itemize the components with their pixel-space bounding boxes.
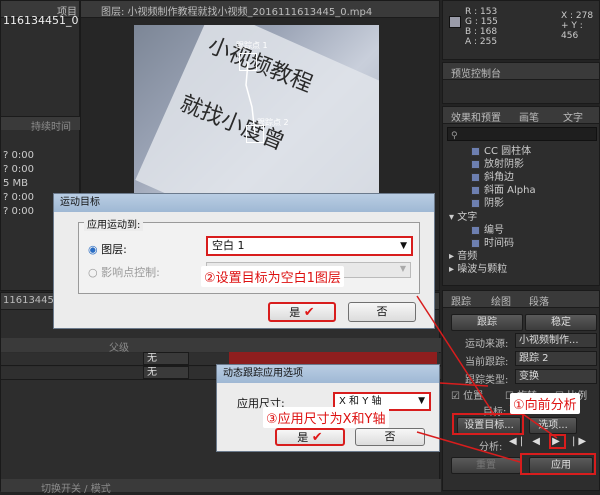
analyze-forward-one-frame-icon[interactable]: |▶ xyxy=(572,436,589,447)
info-a: A : 255 xyxy=(465,37,498,47)
effects-search-input[interactable]: ⚲ xyxy=(447,127,597,141)
tab-tracker[interactable]: 跟踪 xyxy=(451,293,471,308)
motion-source-select[interactable]: 小视频制作... xyxy=(515,333,597,348)
tab-effects[interactable]: 效果和预置 xyxy=(451,109,501,124)
tab-paragraph[interactable]: 段落 xyxy=(529,293,549,308)
toggle-modes-label[interactable]: 切换开关 / 模式 xyxy=(41,480,111,495)
project-row[interactable]: ? 0:00 xyxy=(3,191,34,205)
project-row[interactable]: 5 MB xyxy=(3,177,34,191)
current-track-select[interactable]: 跟踪 2 xyxy=(515,351,597,366)
motion-target-dialog: 运动目标 应用运动到: ◉ 图层: 空白 1 ▼ ○ 影响点控制: ▼ 是 ✔ … xyxy=(53,193,435,329)
annotation-step-1: ①向前分析 xyxy=(510,393,580,414)
layer-radio[interactable]: ◉ 图层: xyxy=(88,241,127,257)
effect-group-text[interactable]: ▾ 文字 xyxy=(449,211,514,224)
motion-source-label: 运动来源: xyxy=(465,339,509,350)
parent-select-2[interactable]: 无 xyxy=(143,366,189,379)
apply-options-dialog-title: 动态跟踪应用选项 xyxy=(217,365,439,383)
checkmark-icon: ✔ xyxy=(311,430,323,445)
tab-text[interactable]: 文字 xyxy=(563,109,583,124)
info-y: + Y : 456 xyxy=(561,21,583,41)
motion-target-ok-button[interactable]: 是 ✔ xyxy=(268,302,336,322)
effect-item[interactable]: 斜角边 xyxy=(471,171,536,184)
color-swatch xyxy=(449,16,461,28)
tab-brushes[interactable]: 画笔 xyxy=(519,109,539,124)
track-type-select[interactable]: 变换 xyxy=(515,369,597,384)
parent-select-1[interactable]: 无 xyxy=(143,352,189,365)
search-icon: ⚲ xyxy=(451,131,458,141)
apply-options-cancel-button[interactable]: 否 xyxy=(355,428,425,446)
info-g: G : 155 xyxy=(465,17,498,27)
options-button[interactable]: 选项... xyxy=(529,417,577,434)
effect-item[interactable]: CC 圆柱体 xyxy=(471,145,536,158)
chevron-down-icon: ▼ xyxy=(400,241,407,251)
effect-item[interactable]: 时间码 xyxy=(449,237,514,250)
effect-point-radio[interactable]: ○ 影响点控制: xyxy=(88,264,160,280)
effect-item[interactable]: 阴影 xyxy=(471,197,536,210)
effect-group-noise[interactable]: ▸ 噪波与颗粒 xyxy=(449,263,514,276)
duration-column-header[interactable]: 持续时间 xyxy=(31,118,71,133)
info-x: X : 278 xyxy=(561,11,594,21)
info-b: B : 168 xyxy=(465,27,498,37)
preview-tab[interactable]: 预览控制台 xyxy=(451,65,501,80)
tab-paint[interactable]: 绘图 xyxy=(491,293,511,308)
project-row[interactable]: ? 0:00 xyxy=(3,163,34,177)
apply-options-ok-button[interactable]: 是 ✔ xyxy=(275,428,345,446)
analyze-forward-icon[interactable]: ▶ xyxy=(549,434,566,449)
track-motion-button[interactable]: 跟踪 xyxy=(451,314,523,331)
radio-unselected-icon: ○ xyxy=(88,266,98,279)
motion-target-cancel-button[interactable]: 否 xyxy=(348,302,416,322)
stabilize-button[interactable]: 稳定 xyxy=(525,314,597,331)
effect-item[interactable]: 斜面 Alpha xyxy=(471,184,536,197)
track-type-label: 跟踪类型: xyxy=(465,375,509,386)
chevron-down-icon: ▼ xyxy=(399,264,406,273)
info-r: R : 153 xyxy=(465,7,498,17)
effects-panel: 效果和预置 画笔 文字 ⚲ CC 圆柱体 放射阴影 斜角边 斜面 Alpha 阴… xyxy=(442,106,600,286)
annotation-step-2: ②设置目标为空白1图层 xyxy=(201,266,344,287)
layer-select[interactable]: 空白 1 ▼ xyxy=(206,236,413,256)
layer-viewer-tab[interactable]: 图层: 小视频制作教程就找小视频_2016111613445_0.mp4 xyxy=(101,3,372,18)
analyze-backward-icon[interactable]: ◀ xyxy=(532,436,543,447)
current-track-label: 当前跟踪: xyxy=(465,357,509,368)
project-row[interactable]: ? 0:00 xyxy=(3,149,34,163)
effect-item[interactable]: 编号 xyxy=(449,224,514,237)
effect-group-audio[interactable]: ▸ 音频 xyxy=(449,250,514,263)
chevron-down-icon: ▼ xyxy=(418,396,425,406)
position-checkbox[interactable]: ☑ 位置 xyxy=(451,387,483,402)
annotation-step-3: ③应用尺寸为X和Y轴 xyxy=(263,407,389,428)
info-panel: R : 153 G : 155 B : 168 A : 255 X : 278 … xyxy=(442,0,600,60)
apply-motion-label: 应用运动到: xyxy=(84,216,144,231)
project-row[interactable]: ? 0:00 xyxy=(3,205,34,219)
analyze-label: 分析: xyxy=(479,442,503,453)
parent-column-header: 父级 xyxy=(109,343,129,354)
highlight-set-target xyxy=(452,413,524,435)
analyze-back-one-frame-icon[interactable]: ◀| xyxy=(509,436,526,447)
radio-selected-icon: ◉ xyxy=(88,243,98,256)
highlight-apply xyxy=(520,453,596,475)
motion-target-dialog-title: 运动目标 xyxy=(54,194,434,212)
preview-panel: 预览控制台 xyxy=(442,62,600,104)
reset-button[interactable]: 重置 xyxy=(451,457,521,474)
layer-bar-1[interactable] xyxy=(229,352,437,364)
project-filename: 116134451_0 xyxy=(3,14,79,27)
effect-item[interactable]: 放射阴影 xyxy=(471,158,536,171)
checkmark-icon: ✔ xyxy=(303,305,315,320)
